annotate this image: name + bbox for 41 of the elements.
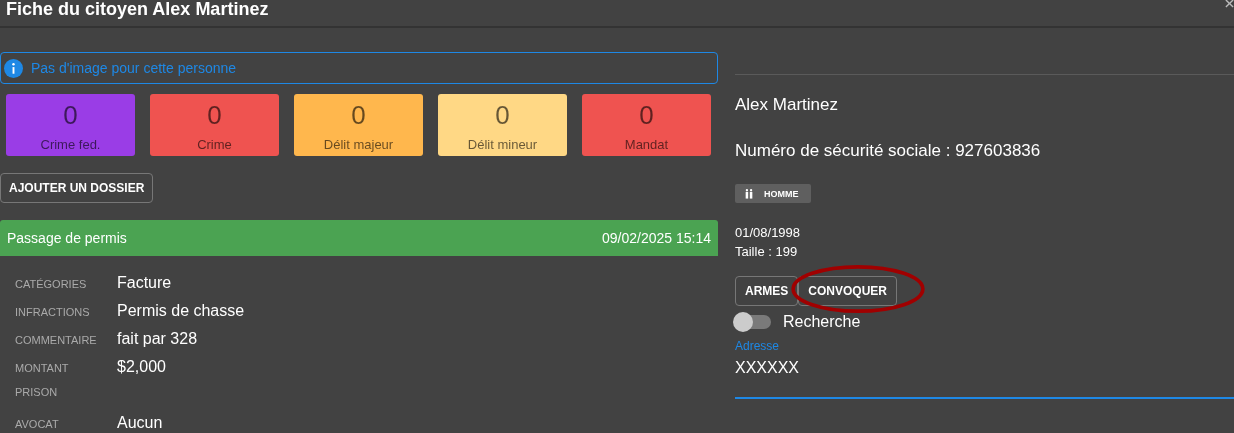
dialog-title: Fiche du citoyen Alex Martinez xyxy=(5,0,269,18)
field-value: Aucun xyxy=(117,414,163,432)
field-value: fait par 328 xyxy=(117,330,198,348)
height-text: Taille : 199 xyxy=(735,244,799,259)
counter-value: 0 xyxy=(63,100,78,131)
counter-label: Délit majeur xyxy=(323,137,394,152)
counter-value: 0 xyxy=(495,100,510,131)
action-button[interactable]: ARMES xyxy=(735,276,799,306)
address-value: XXXXXX xyxy=(735,359,801,377)
action-button[interactable]: CONVOQUER xyxy=(798,276,898,306)
ssn-text: Numéro de sécurité sociale : 927603836 xyxy=(735,141,1042,161)
field-label: COMMENTAIRE xyxy=(15,334,98,346)
info-icon xyxy=(4,58,23,78)
toggle-switch[interactable] xyxy=(735,315,771,329)
person-name: Alex Martinez xyxy=(735,74,1234,115)
counter-label: Crime xyxy=(197,137,232,152)
field-label: MONTANT xyxy=(15,362,70,374)
counter-value: 0 xyxy=(351,100,366,131)
record-date: 09/02/2025 15:14 xyxy=(602,230,711,246)
alert-text: Pas d'image pour cette personne xyxy=(31,60,237,76)
birth-date: 01/08/1998 xyxy=(735,225,802,240)
field-label: AVOCAT xyxy=(15,418,60,430)
toggle-label: Recherche xyxy=(783,313,861,331)
address-label: Adresse xyxy=(735,339,781,353)
address-field[interactable]: Adresse XXXXXX xyxy=(735,339,1234,399)
field-label: PRISON xyxy=(15,386,59,398)
gender-text: HOMME xyxy=(764,188,799,199)
field-label: CATÉGORIES xyxy=(15,278,88,290)
field-value: Facture xyxy=(117,274,172,292)
record-title: Passage de permis xyxy=(7,230,127,246)
close-icon[interactable] xyxy=(1225,0,1234,8)
field-value: Permis de chasse xyxy=(117,302,245,320)
counter-value: 0 xyxy=(207,100,222,131)
counter-label: Crime fed. xyxy=(40,137,101,152)
counter-label: Délit mineur xyxy=(467,137,538,152)
add-record-button[interactable]: AJOUTER UN DOSSIER xyxy=(0,173,154,203)
field-label: INFRACTIONS xyxy=(15,306,91,318)
counter-value: 0 xyxy=(639,100,654,131)
counter-label: Mandat xyxy=(624,137,669,152)
field-value: $2,000 xyxy=(117,358,166,376)
people-icon xyxy=(744,188,754,199)
